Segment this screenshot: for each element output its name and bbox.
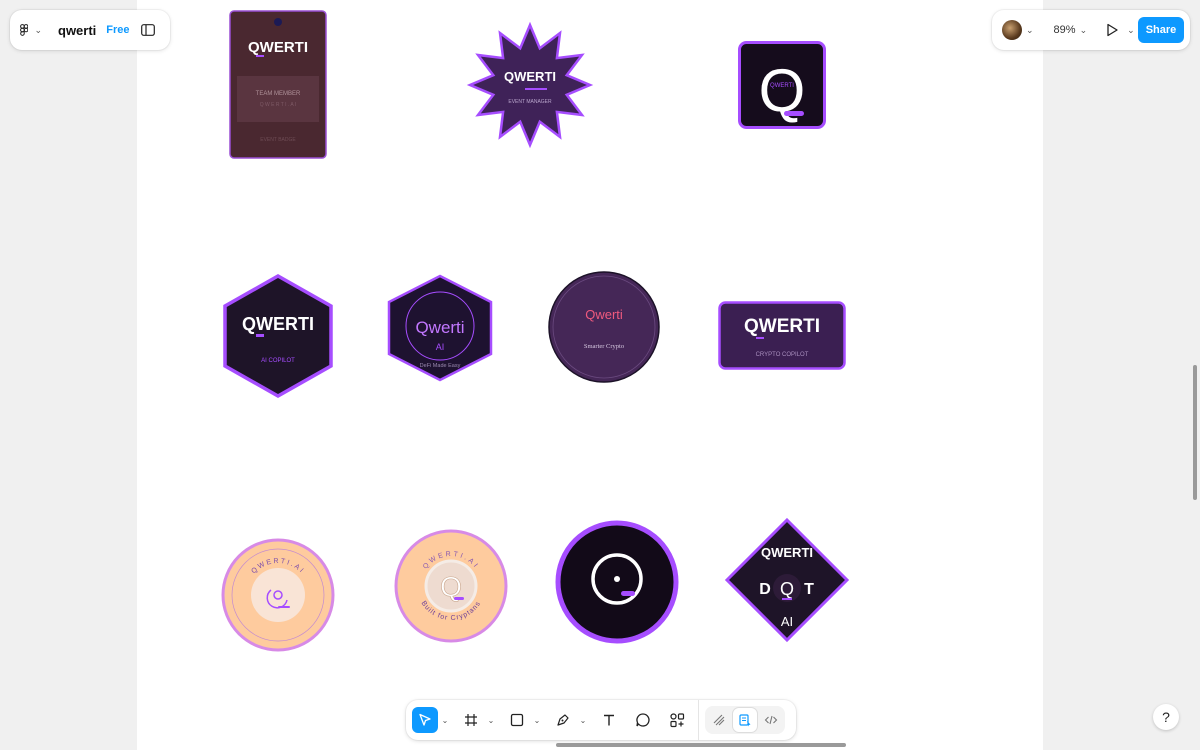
frame-tool-group: ⌄ bbox=[458, 707, 498, 733]
chevron-down-icon[interactable]: ⌄ bbox=[484, 716, 498, 725]
move-tool-group: ⌄ bbox=[412, 707, 452, 733]
rect-badge-brand: QWERTI bbox=[744, 316, 820, 337]
mode-switcher bbox=[698, 700, 785, 740]
file-menu-bar: ⌄ qwerti Free bbox=[10, 10, 170, 50]
frame-tool-button[interactable] bbox=[458, 707, 484, 733]
event-badge-footer: EVENT BADGE bbox=[260, 137, 296, 143]
chevron-down-icon[interactable]: ⌄ bbox=[530, 716, 544, 725]
chevron-down-icon: ⌄ bbox=[1127, 24, 1135, 35]
hex-badge-tagline: AI COPILOT bbox=[261, 358, 295, 364]
square-badge-brand: QWERTI bbox=[770, 83, 794, 89]
hex-circle-badge-tagline: DeFi Made Easy bbox=[420, 363, 461, 369]
present-button[interactable]: ⌄ bbox=[1105, 23, 1135, 37]
play-icon bbox=[1107, 23, 1118, 37]
dev-mode-button[interactable] bbox=[759, 708, 783, 732]
hex-badge-brand: QWERTI bbox=[242, 314, 314, 334]
diamond-badge-bottom: AI bbox=[781, 614, 793, 629]
square-q-badge[interactable]: Q QWERTI bbox=[738, 41, 826, 129]
zoom-menu[interactable]: 89% ⌄ bbox=[1054, 24, 1088, 36]
event-badge-spaced: Q W E R T I . A I bbox=[260, 102, 297, 108]
chevron-down-icon[interactable]: ⌄ bbox=[576, 716, 590, 725]
text-icon bbox=[604, 714, 614, 726]
rectangle-icon bbox=[510, 713, 524, 727]
draw-icon bbox=[713, 714, 725, 726]
help-button[interactable]: ? bbox=[1153, 704, 1179, 730]
event-badge-role: TEAM MEMBER bbox=[256, 91, 301, 97]
hex-circle-badge-sub: AI bbox=[436, 342, 445, 352]
design-icon bbox=[739, 714, 751, 727]
draw-mode-button[interactable] bbox=[707, 708, 731, 732]
collaborators-menu[interactable]: ⌄ bbox=[1002, 20, 1034, 40]
hex-circle-badge-brand: Qwerti bbox=[415, 318, 464, 337]
round-badge-brand: Qwerti bbox=[585, 307, 623, 322]
chevron-down-icon: ⌄ bbox=[1079, 24, 1088, 35]
rect-badge-tagline: CRYPTO COPILOT bbox=[756, 352, 809, 358]
chevron-down-icon[interactable]: ⌄ bbox=[438, 716, 452, 725]
horizontal-scrollbar[interactable] bbox=[556, 743, 846, 747]
star-badge[interactable]: QWERTI EVENT MANAGER bbox=[466, 21, 594, 149]
pen-icon bbox=[557, 714, 569, 726]
sidebar-toggle-button[interactable] bbox=[136, 18, 160, 42]
ring-q-badge[interactable] bbox=[555, 520, 679, 644]
cursor-icon bbox=[419, 713, 431, 726]
vertical-scrollbar[interactable] bbox=[1193, 365, 1197, 500]
round-badge[interactable]: Qwerti Smarter Crypto bbox=[548, 271, 660, 383]
pen-tool-group: ⌄ bbox=[550, 707, 590, 733]
comment-icon bbox=[636, 713, 650, 727]
bottom-toolbar: ⌄ ⌄ ⌄ ⌄ bbox=[406, 700, 796, 740]
text-tool-button[interactable] bbox=[596, 707, 622, 733]
actions-tool-button[interactable] bbox=[664, 707, 690, 733]
top-right-controls: ⌄ 89% ⌄ ⌄ Share bbox=[992, 10, 1190, 50]
diamond-badge-brand: QWERTI bbox=[761, 545, 813, 560]
code-icon bbox=[764, 715, 778, 725]
main-menu-button[interactable]: ⌄ bbox=[20, 23, 42, 37]
star-badge-role: EVENT MANAGER bbox=[508, 99, 552, 105]
file-name[interactable]: qwerti bbox=[58, 23, 96, 38]
peach-badge-qwerti-ai[interactable]: QWERTI.AI bbox=[221, 538, 335, 652]
diamond-badge-left: D bbox=[759, 581, 771, 598]
share-button[interactable]: Share bbox=[1138, 17, 1184, 43]
apps-icon bbox=[670, 713, 685, 728]
frame-icon bbox=[465, 714, 477, 726]
event-badge[interactable]: QWERTI TEAM MEMBER Q W E R T I . A I EVE… bbox=[229, 10, 327, 160]
peach-badge-built-for-cryptans[interactable]: QWERTI.AI Built for Cryptans Q bbox=[394, 529, 508, 643]
plan-badge[interactable]: Free bbox=[106, 24, 129, 36]
hexagon-badge[interactable]: QWERTI AI COPILOT bbox=[222, 273, 334, 399]
figma-logo-icon bbox=[20, 24, 29, 36]
avatar bbox=[1002, 20, 1022, 40]
design-mode-button[interactable] bbox=[733, 708, 757, 732]
star-badge-brand: QWERTI bbox=[504, 69, 556, 84]
pen-tool-button[interactable] bbox=[550, 707, 576, 733]
round-badge-tagline: Smarter Crypto bbox=[584, 343, 624, 350]
comment-tool-button[interactable] bbox=[630, 707, 656, 733]
zoom-level: 89% bbox=[1053, 24, 1076, 36]
design-canvas[interactable]: QWERTI TEAM MEMBER Q W E R T I . A I EVE… bbox=[137, 0, 1043, 750]
diamond-badge-right: T bbox=[804, 581, 814, 598]
chevron-down-icon: ⌄ bbox=[34, 24, 42, 35]
diamond-badge[interactable]: QWERTI D Q T AI bbox=[724, 517, 850, 643]
hexagon-circle-badge[interactable]: Qwerti AI DeFi Made Easy bbox=[385, 274, 495, 382]
move-tool-button[interactable] bbox=[412, 707, 438, 733]
rectangle-tool-button[interactable] bbox=[504, 707, 530, 733]
event-badge-brand: QWERTI bbox=[248, 39, 308, 56]
chevron-down-icon: ⌄ bbox=[1026, 24, 1034, 35]
shape-tool-group: ⌄ bbox=[504, 707, 544, 733]
rectangle-badge[interactable]: QWERTI CRYPTO COPILOT bbox=[718, 301, 846, 371]
sidebar-icon bbox=[141, 24, 155, 36]
diamond-badge-letter: Q bbox=[780, 579, 794, 599]
